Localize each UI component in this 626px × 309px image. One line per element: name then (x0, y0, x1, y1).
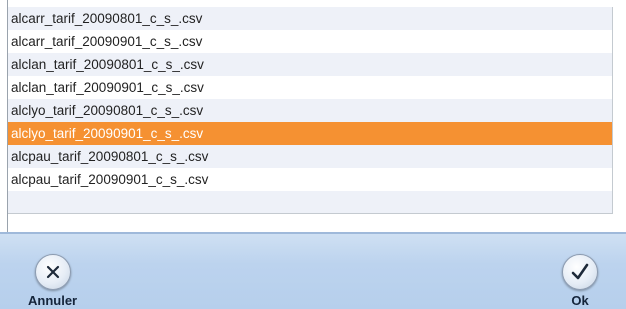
list-item[interactable]: alclan_tarif_20090801_c_s_.csv (8, 53, 612, 76)
cancel-button[interactable]: Annuler (28, 254, 77, 308)
close-icon (46, 265, 59, 279)
list-item[interactable]: alcarr_tarif_20090901_c_s_.csv (8, 30, 612, 53)
checkmark-icon (571, 263, 589, 280)
list-item-selected[interactable]: alclyo_tarif_20090901_c_s_.csv (8, 122, 612, 145)
list-footer-space (8, 214, 613, 232)
list-item[interactable]: alclyo_tarif_20090801_c_s_.csv (8, 99, 612, 122)
ok-button[interactable]: Ok (562, 254, 598, 308)
file-picker-dialog: alcarr_tarif_20090801_c_s_.csv alcarr_ta… (0, 0, 626, 309)
bottom-toolbar (0, 232, 626, 309)
empty-list-row (8, 191, 612, 213)
list-item[interactable]: alcpau_tarif_20090801_c_s_.csv (8, 145, 612, 168)
ok-button-circle[interactable] (562, 254, 598, 290)
list-item[interactable]: alclan_tarif_20090901_c_s_.csv (8, 76, 612, 99)
cancel-button-circle[interactable] (34, 254, 71, 290)
list-item[interactable]: alcarr_tarif_20090801_c_s_.csv (8, 7, 612, 30)
scrollbar-track[interactable] (613, 0, 626, 232)
cancel-button-label: Annuler (28, 293, 78, 308)
list-item[interactable]: alcpau_tarif_20090901_c_s_.csv (8, 168, 612, 191)
ok-button-label: Ok (571, 293, 589, 308)
file-list[interactable]: alcarr_tarif_20090801_c_s_.csv alcarr_ta… (8, 7, 613, 214)
